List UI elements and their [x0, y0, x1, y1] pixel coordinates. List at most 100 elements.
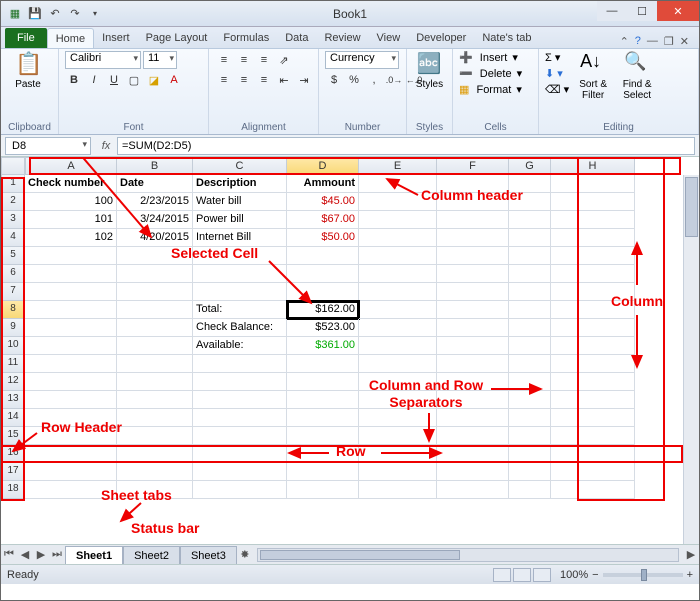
cell-E9[interactable]: [359, 319, 437, 337]
fill-button[interactable]: ⬇ ▾: [545, 67, 569, 80]
column-header-B[interactable]: B: [117, 157, 193, 175]
cell-B4[interactable]: 4/20/2015: [117, 229, 193, 247]
cell-B18[interactable]: [117, 481, 193, 499]
tab-data[interactable]: Data: [277, 28, 316, 48]
cell-A9[interactable]: [25, 319, 117, 337]
ribbon-minimize-icon[interactable]: ⌃: [620, 35, 629, 48]
tab-home[interactable]: Home: [47, 28, 94, 48]
cell-B7[interactable]: [117, 283, 193, 301]
cells-insert-button[interactable]: ➕ Insert ▾: [459, 51, 522, 64]
column-header-D[interactable]: D: [287, 157, 359, 175]
cell-H18[interactable]: [551, 481, 635, 499]
number-format-select[interactable]: Currency: [325, 51, 399, 69]
cell-G17[interactable]: [509, 463, 551, 481]
styles-button[interactable]: 🔤 Styles: [413, 51, 446, 90]
cell-F13[interactable]: [437, 391, 509, 409]
percent-button[interactable]: %: [345, 71, 363, 89]
column-header-G[interactable]: G: [509, 157, 551, 175]
row-header-13[interactable]: 13: [1, 391, 25, 409]
tab-nav-next[interactable]: ▶: [33, 548, 49, 561]
row-header-7[interactable]: 7: [1, 283, 25, 301]
row-header-8[interactable]: 8: [1, 301, 25, 319]
undo-icon[interactable]: ↶: [47, 6, 63, 22]
cell-D1[interactable]: Ammount: [287, 175, 359, 193]
doc-close-icon[interactable]: ✕: [680, 35, 689, 48]
new-sheet-button[interactable]: ✸: [237, 548, 253, 561]
cell-F12[interactable]: [437, 373, 509, 391]
cell-B8[interactable]: [117, 301, 193, 319]
find-select-button[interactable]: 🔍 Find & Select: [617, 51, 657, 101]
sheet-tab-3[interactable]: Sheet3: [180, 546, 237, 564]
zoom-slider[interactable]: [603, 573, 683, 577]
cell-C2[interactable]: Water bill: [193, 193, 287, 211]
paste-button[interactable]: 📋 Paste: [7, 51, 49, 90]
cell-C17[interactable]: [193, 463, 287, 481]
indent-inc-button[interactable]: ⇥: [295, 71, 313, 89]
doc-minimize-icon[interactable]: —: [647, 35, 658, 48]
cell-D8[interactable]: $162.00: [287, 301, 359, 319]
cells-delete-button[interactable]: ➖ Delete ▾: [459, 67, 522, 80]
select-all-corner[interactable]: [1, 157, 25, 175]
cell-G3[interactable]: [509, 211, 551, 229]
cell-B15[interactable]: [117, 427, 193, 445]
cell-E15[interactable]: [359, 427, 437, 445]
cell-C3[interactable]: Power bill: [193, 211, 287, 229]
cell-E4[interactable]: [359, 229, 437, 247]
horizontal-scrollbar[interactable]: [257, 548, 679, 562]
cell-B12[interactable]: [117, 373, 193, 391]
cell-G9[interactable]: [509, 319, 551, 337]
cell-H15[interactable]: [551, 427, 635, 445]
cell-H2[interactable]: [551, 193, 635, 211]
column-header-H[interactable]: H: [551, 157, 635, 175]
row-header-12[interactable]: 12: [1, 373, 25, 391]
cell-H11[interactable]: [551, 355, 635, 373]
zoom-level[interactable]: 100%: [560, 569, 588, 581]
maximize-button[interactable]: ☐: [627, 1, 657, 21]
cell-H7[interactable]: [551, 283, 635, 301]
cell-G8[interactable]: [509, 301, 551, 319]
cell-C18[interactable]: [193, 481, 287, 499]
cell-E5[interactable]: [359, 247, 437, 265]
fx-button[interactable]: fx: [95, 140, 117, 152]
cell-A7[interactable]: [25, 283, 117, 301]
cell-B10[interactable]: [117, 337, 193, 355]
cell-H5[interactable]: [551, 247, 635, 265]
font-size-select[interactable]: 11: [143, 51, 177, 69]
cell-F2[interactable]: [437, 193, 509, 211]
cell-C6[interactable]: [193, 265, 287, 283]
font-color-button[interactable]: A: [165, 71, 183, 89]
cell-B11[interactable]: [117, 355, 193, 373]
cell-B9[interactable]: [117, 319, 193, 337]
row-header-4[interactable]: 4: [1, 229, 25, 247]
zoom-in-button[interactable]: +: [687, 569, 693, 581]
column-header-F[interactable]: F: [437, 157, 509, 175]
row-headers[interactable]: 123456789101112131415161718: [1, 175, 25, 499]
autosum-button[interactable]: Σ ▾: [545, 51, 569, 64]
cell-B1[interactable]: Date: [117, 175, 193, 193]
cell-A18[interactable]: [25, 481, 117, 499]
cell-B5[interactable]: [117, 247, 193, 265]
cell-H3[interactable]: [551, 211, 635, 229]
cell-A1[interactable]: Check number: [25, 175, 117, 193]
tab-custom[interactable]: Nate's tab: [474, 28, 539, 48]
cell-E11[interactable]: [359, 355, 437, 373]
cell-D13[interactable]: [287, 391, 359, 409]
cell-H10[interactable]: [551, 337, 635, 355]
cell-E8[interactable]: [359, 301, 437, 319]
cell-H17[interactable]: [551, 463, 635, 481]
cell-G12[interactable]: [509, 373, 551, 391]
font-name-select[interactable]: Calibri: [65, 51, 141, 69]
align-bottom-button[interactable]: ≡: [255, 51, 273, 69]
tab-nav-last[interactable]: ⏭: [49, 548, 65, 561]
cell-F5[interactable]: [437, 247, 509, 265]
cell-B6[interactable]: [117, 265, 193, 283]
qat-dropdown-icon[interactable]: ▾: [87, 6, 103, 22]
view-pagebreak-button[interactable]: [533, 568, 551, 582]
tab-view[interactable]: View: [369, 28, 409, 48]
cell-D2[interactable]: $45.00: [287, 193, 359, 211]
row-header-10[interactable]: 10: [1, 337, 25, 355]
tab-review[interactable]: Review: [316, 28, 368, 48]
cell-E14[interactable]: [359, 409, 437, 427]
cell-G15[interactable]: [509, 427, 551, 445]
cell-A17[interactable]: [25, 463, 117, 481]
